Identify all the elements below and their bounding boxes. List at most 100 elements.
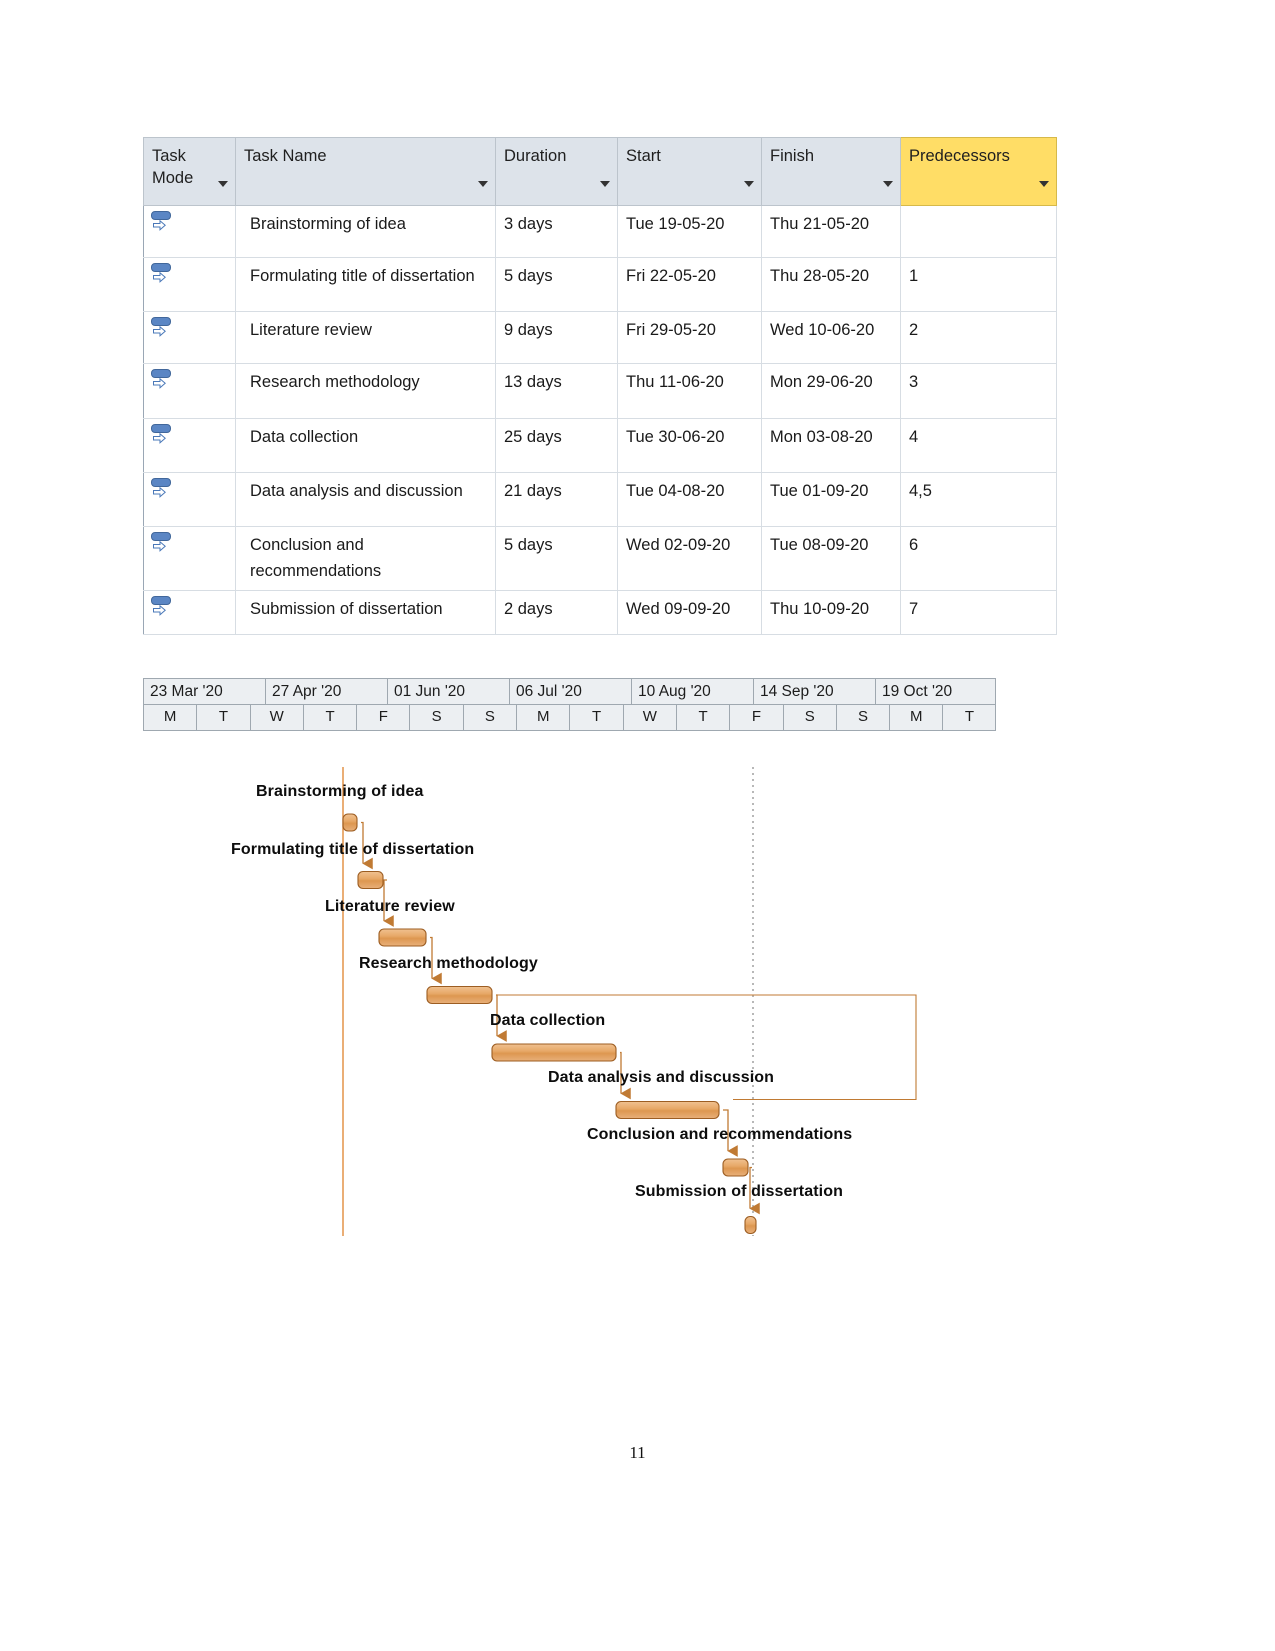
predecessors-cell[interactable]: 3: [900, 363, 1057, 419]
column-header-label: Predecessors: [909, 147, 1010, 165]
chevron-down-icon[interactable]: [1039, 181, 1049, 187]
finish-date-cell[interactable]: Thu 28-05-20: [761, 257, 901, 312]
task-name-cell[interactable]: Data analysis and discussion: [235, 472, 496, 527]
gantt-bar[interactable]: [357, 870, 384, 890]
duration-cell[interactable]: 25 days: [495, 418, 618, 473]
predecessors-cell[interactable]: 6: [900, 525, 1057, 592]
timescale-month-cell: 01 Jun '20: [387, 678, 509, 705]
gantt-bar[interactable]: [722, 1158, 749, 1177]
table-row[interactable]: Conclusion and recommendations 5 days Wed …: [143, 525, 1057, 592]
finish-date-cell[interactable]: Thu 10-09-20: [761, 590, 901, 636]
table-row[interactable]: Data analysis and discussion 21 days Tue 0…: [143, 472, 1057, 527]
table-row[interactable]: Literature review 9 days Fri 29-05-20 Wed 1…: [143, 311, 1057, 364]
timescale-month-cell: 06 Jul '20: [509, 678, 631, 705]
auto-scheduled-icon: [150, 368, 172, 392]
timescale-day-cell: T: [942, 705, 997, 731]
task-mode-cell[interactable]: [143, 311, 236, 364]
task-mode-cell[interactable]: [143, 525, 236, 592]
task-mode-cell[interactable]: [143, 363, 236, 419]
finish-date-cell[interactable]: Tue 01-09-20: [761, 472, 901, 527]
task-name-cell[interactable]: Research methodology: [235, 363, 496, 419]
task-mode-cell[interactable]: [143, 590, 236, 636]
timescale-day-cell: F: [356, 705, 410, 731]
table-row[interactable]: Submission of dissertation 2 days Wed 09-0…: [143, 590, 1057, 636]
column-header-task-mode[interactable]: Task Mode: [143, 137, 236, 206]
gantt-bar-label: Submission of dissertation: [635, 1183, 843, 1200]
start-date-cell[interactable]: Thu 11-06-20: [617, 363, 762, 419]
duration-cell[interactable]: 13 days: [495, 363, 618, 419]
gantt-bar[interactable]: [744, 1215, 757, 1235]
timescale-month-cell: 14 Sep '20: [753, 678, 875, 705]
timescale-day-cell: T: [569, 705, 623, 731]
table-row[interactable]: Brainstorming of idea 3 days Tue 19-05-20 T…: [143, 205, 1057, 258]
gantt-bar[interactable]: [342, 813, 358, 832]
gantt-bar[interactable]: [491, 1043, 617, 1062]
start-date-cell[interactable]: Tue 04-08-20: [617, 472, 762, 527]
chevron-down-icon[interactable]: [600, 181, 610, 187]
table-row[interactable]: Formulating title of dissertation 5 days F…: [143, 257, 1057, 312]
task-name-cell[interactable]: Formulating title of dissertation: [235, 257, 496, 312]
page-number: 11: [629, 1443, 646, 1462]
predecessors-cell[interactable]: 4,5: [900, 472, 1057, 527]
duration-cell[interactable]: 5 days: [495, 525, 618, 592]
start-date-cell[interactable]: Tue 30-06-20: [617, 418, 762, 473]
predecessors-cell[interactable]: 4: [900, 418, 1057, 473]
start-date-cell[interactable]: Wed 09-09-20: [617, 590, 762, 636]
task-name-cell[interactable]: Submission of dissertation: [235, 590, 496, 636]
finish-date-cell[interactable]: Wed 10-06-20: [761, 311, 901, 364]
predecessors-cell[interactable]: [900, 205, 1057, 258]
start-date-cell[interactable]: Fri 29-05-20: [617, 311, 762, 364]
column-header-duration[interactable]: Duration: [495, 137, 618, 206]
timescale-month-cell: 10 Aug '20: [631, 678, 753, 705]
timescale-day-cell: S: [409, 705, 463, 731]
table-header-row: Task Mode Task Name Duration Start Finis…: [143, 137, 1057, 206]
finish-date-cell[interactable]: Tue 08-09-20: [761, 525, 901, 592]
predecessors-cell[interactable]: 7: [900, 590, 1057, 636]
task-table: Task Mode Task Name Duration Start Finis…: [143, 137, 1057, 636]
timescale-month-cell: 27 Apr '20: [265, 678, 387, 705]
table-row[interactable]: Data collection 25 days Tue 30-06-20 Mon 03…: [143, 418, 1057, 473]
predecessors-cell[interactable]: 2: [900, 311, 1057, 364]
auto-scheduled-icon: [150, 210, 172, 234]
table-row[interactable]: Research methodology 13 days Thu 11-06-20 M…: [143, 363, 1057, 419]
task-mode-cell[interactable]: [143, 472, 236, 527]
duration-cell[interactable]: 2 days: [495, 590, 618, 636]
timescale-day-cell: M: [889, 705, 943, 731]
duration-cell[interactable]: 9 days: [495, 311, 618, 364]
finish-date-cell[interactable]: Mon 03-08-20: [761, 418, 901, 473]
start-date-cell[interactable]: Fri 22-05-20: [617, 257, 762, 312]
column-header-label: Task Name: [244, 147, 327, 165]
chevron-down-icon[interactable]: [218, 181, 228, 187]
finish-date-cell[interactable]: Mon 29-06-20: [761, 363, 901, 419]
duration-cell[interactable]: 21 days: [495, 472, 618, 527]
gantt-bar[interactable]: [378, 928, 427, 947]
task-name-cell[interactable]: Brainstorming of idea: [235, 205, 496, 258]
gantt-bar-label: Data collection: [490, 1012, 606, 1029]
column-header-start[interactable]: Start: [617, 137, 762, 206]
chevron-down-icon[interactable]: [883, 181, 893, 187]
task-name-cell[interactable]: Conclusion and recommendations: [235, 525, 496, 592]
column-header-finish[interactable]: Finish: [761, 137, 901, 206]
task-mode-cell[interactable]: [143, 418, 236, 473]
task-name-cell[interactable]: Literature review: [235, 311, 496, 364]
gantt-bar-label: Brainstorming of idea: [256, 783, 424, 800]
start-date-cell[interactable]: Wed 02-09-20: [617, 525, 762, 592]
timescale-day-cell: T: [675, 705, 730, 731]
task-mode-cell[interactable]: [143, 257, 236, 312]
start-date-cell[interactable]: Tue 19-05-20: [617, 205, 762, 258]
gantt-bar[interactable]: [615, 1100, 720, 1120]
finish-date-cell[interactable]: Thu 21-05-20: [761, 205, 901, 258]
column-header-predecessors[interactable]: Predecessors: [900, 137, 1057, 206]
timescale-day-cell: M: [143, 705, 197, 731]
task-mode-cell[interactable]: [143, 205, 236, 258]
duration-cell[interactable]: 3 days: [495, 205, 618, 258]
gantt-bar[interactable]: [426, 985, 493, 1005]
duration-cell[interactable]: 5 days: [495, 257, 618, 312]
predecessors-cell[interactable]: 1: [900, 257, 1057, 312]
task-name-cell[interactable]: Data collection: [235, 418, 496, 473]
chevron-down-icon[interactable]: [478, 181, 488, 187]
column-header-task-name[interactable]: Task Name: [235, 137, 496, 206]
gantt-bar-label: Literature review: [325, 898, 455, 915]
chevron-down-icon[interactable]: [744, 181, 754, 187]
column-header-label: Finish: [770, 147, 815, 165]
